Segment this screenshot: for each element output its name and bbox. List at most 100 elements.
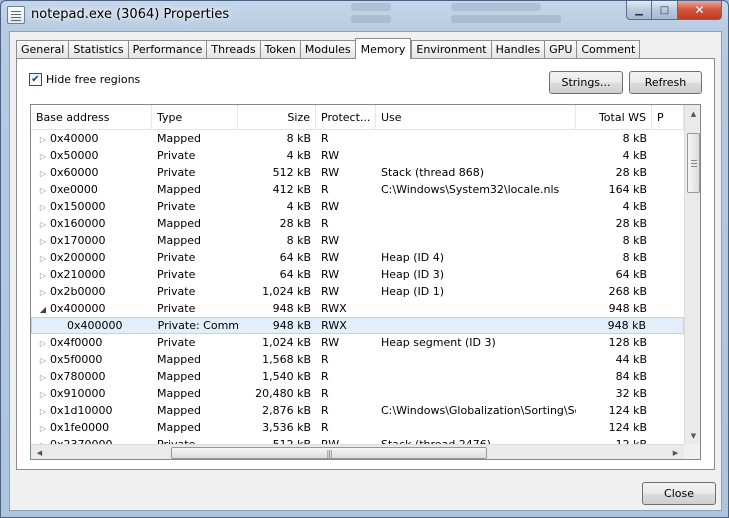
cell-type: Mapped: [157, 217, 201, 230]
collapsed-arrow-icon[interactable]: ▷: [36, 420, 50, 436]
column-header-base-address[interactable]: Base address: [31, 105, 152, 130]
cell-type: Private: [157, 251, 196, 264]
tab-modules[interactable]: Modules: [299, 40, 355, 58]
cell-use: Stack (thread 868): [381, 166, 485, 179]
table-row[interactable]: ▷ 0x160000 Mapped 28 kB R 28 kB: [31, 215, 684, 232]
hide-free-regions-checkbox[interactable]: ✔: [29, 73, 42, 86]
collapsed-arrow-icon[interactable]: ▷: [36, 267, 50, 283]
column-header-protection[interactable]: Protect...: [316, 105, 376, 130]
table-row[interactable]: ▷ 0x40000 Mapped 8 kB R 8 kB: [31, 130, 684, 147]
table-row[interactable]: ◢ 0x400000 Private 948 kB RWX 948 kB: [31, 300, 684, 317]
table-row[interactable]: ▷ 0x1d10000 Mapped 2,876 kB R C:\Windows\Glob…: [31, 402, 684, 419]
cell-base-address: ◢ 0x400000: [31, 300, 152, 317]
collapsed-arrow-icon[interactable]: ▷: [36, 352, 50, 368]
refresh-button[interactable]: Refresh: [629, 71, 702, 94]
tab-memory[interactable]: Memory: [354, 38, 412, 59]
tab-environment[interactable]: Environment: [411, 40, 491, 58]
strings-button[interactable]: Strings...: [549, 71, 623, 94]
cell-base-address: ▷ 0x50000: [31, 147, 152, 164]
tab-statistics[interactable]: Statistics: [68, 40, 128, 58]
table-row[interactable]: ▷ 0x170000 Mapped 8 kB RW 8 kB: [31, 232, 684, 249]
column-header-extra[interactable]: P: [652, 105, 684, 130]
cell-protection: R: [321, 370, 329, 383]
cell-protection: RWX: [321, 319, 347, 332]
table-row[interactable]: ▷ 0x910000 Mapped 20,480 kB R 32 kB: [31, 385, 684, 402]
table-row[interactable]: ▷ 0x60000 Private 512 kB RW Stack (thread 868…: [31, 164, 684, 181]
collapsed-arrow-icon[interactable]: ▷: [36, 216, 50, 232]
vertical-scrollbar[interactable]: ▲ ▼: [684, 105, 700, 444]
cell-protection: RW: [321, 149, 340, 162]
tab-general[interactable]: General: [16, 40, 69, 58]
base-address-text: 0x170000: [50, 234, 106, 247]
cell-use: [376, 147, 576, 164]
tab-handles[interactable]: Handles: [490, 40, 545, 58]
table-row[interactable]: ▷ 0xe0000 Mapped 412 kB R C:\Windows\System32…: [31, 181, 684, 198]
maximize-button[interactable]: □: [652, 1, 678, 20]
hide-free-regions-option[interactable]: ✔ Hide free regions: [29, 73, 140, 86]
close-window-button[interactable]: ✕: [678, 1, 722, 20]
collapsed-arrow-icon[interactable]: ▷: [36, 131, 50, 147]
column-header-use[interactable]: Use: [376, 105, 576, 130]
cell-size: 1,540 kB: [262, 370, 311, 383]
tab-performance[interactable]: Performance: [127, 40, 207, 58]
title-bar[interactable]: notepad.exe (3064) Properties ▁ □ ✕: [1, 1, 728, 31]
collapsed-arrow-icon[interactable]: ▷: [36, 199, 50, 215]
table-row[interactable]: ▷ 0x150000 Private 4 kB RW 4 kB: [31, 198, 684, 215]
table-row[interactable]: ▷ 0x2b0000 Private 1,024 kB RW Heap (ID 1) 268…: [31, 283, 684, 300]
minimize-button[interactable]: ▁: [626, 1, 652, 20]
collapsed-arrow-icon[interactable]: ▷: [36, 369, 50, 385]
column-header-total-ws[interactable]: Total WS: [576, 105, 652, 130]
tab-token[interactable]: Token: [259, 40, 300, 58]
cell-extra: [652, 419, 684, 436]
collapsed-arrow-icon[interactable]: ▷: [36, 437, 50, 444]
horizontal-scrollbar[interactable]: ◀ ||| ▶: [31, 444, 684, 459]
table-row[interactable]: ▷ 0x5f0000 Mapped 1,568 kB R 44 kB: [31, 351, 684, 368]
collapsed-arrow-icon[interactable]: ▷: [36, 250, 50, 266]
cell-extra: [652, 249, 684, 266]
cell-extra: [652, 266, 684, 283]
collapsed-arrow-icon[interactable]: ▷: [36, 148, 50, 164]
base-address-text: 0x210000: [50, 268, 106, 281]
table-row[interactable]: ▷ 0x200000 Private 64 kB RW Heap (ID 4) 8 kB: [31, 249, 684, 266]
collapsed-arrow-icon[interactable]: ▷: [36, 233, 50, 249]
background-text-blur: [351, 3, 391, 11]
table-row[interactable]: ▷ 0x4f0000 Private 1,024 kB RW Heap segment (…: [31, 334, 684, 351]
horizontal-scroll-thumb[interactable]: |||: [171, 447, 487, 459]
collapsed-arrow-icon[interactable]: ▷: [36, 182, 50, 198]
tab-threads[interactable]: Threads: [206, 40, 260, 58]
collapsed-arrow-icon[interactable]: ▷: [36, 335, 50, 351]
table-row[interactable]: ▷ 0x780000 Mapped 1,540 kB R 84 kB: [31, 368, 684, 385]
cell-base-address: ▷ 0x160000: [31, 215, 152, 232]
tab-comment[interactable]: Comment: [576, 40, 641, 58]
vertical-scroll-thumb[interactable]: [687, 133, 700, 193]
cell-use: [376, 130, 576, 147]
table-row[interactable]: ▷ 0x1fe0000 Mapped 3,536 kB R 124 kB: [31, 419, 684, 436]
table-row[interactable]: ▷ 0x50000 Private 4 kB RW 4 kB: [31, 147, 684, 164]
window-title: notepad.exe (3064) Properties: [31, 7, 230, 22]
table-row[interactable]: ▷ 0x210000 Private 64 kB RW Heap (ID 3) 64 kB: [31, 266, 684, 283]
collapsed-arrow-icon[interactable]: ▷: [36, 403, 50, 419]
base-address-text: 0x780000: [50, 370, 106, 383]
tab-gpu[interactable]: GPU: [544, 40, 577, 58]
cell-extra: [652, 334, 684, 351]
scroll-left-icon[interactable]: ◀: [31, 445, 48, 459]
cell-protection: RW: [321, 166, 340, 179]
collapsed-arrow-icon[interactable]: ▷: [36, 284, 50, 300]
table-row[interactable]: ▷0x2370000Private512 kBRWStack (thread 2…: [31, 436, 684, 444]
scroll-down-icon[interactable]: ▼: [685, 427, 700, 444]
column-header-size[interactable]: Size: [238, 105, 316, 130]
scroll-up-icon[interactable]: ▲: [685, 105, 700, 122]
column-header-type[interactable]: Type: [152, 105, 238, 130]
table-row-selected[interactable]: 0x400000 Private: Commit 948 kB RWX 948 kB: [31, 317, 684, 334]
cell-extra: [652, 351, 684, 368]
expanded-arrow-icon[interactable]: ◢: [36, 301, 50, 317]
cell-use: Stack (thread 2476): [376, 436, 576, 444]
collapsed-arrow-icon[interactable]: ▷: [36, 386, 50, 402]
scroll-right-icon[interactable]: ▶: [667, 445, 684, 459]
close-button[interactable]: Close: [642, 482, 716, 505]
properties-window: notepad.exe (3064) Properties ▁ □ ✕ Gene…: [0, 0, 729, 518]
grid-header: Base address Type Size Protect... Use To…: [31, 105, 684, 130]
collapsed-arrow-icon[interactable]: ▷: [36, 165, 50, 181]
cell-size: 64 kB: [279, 268, 311, 281]
cell-total-ws: 4 kB: [622, 200, 647, 213]
